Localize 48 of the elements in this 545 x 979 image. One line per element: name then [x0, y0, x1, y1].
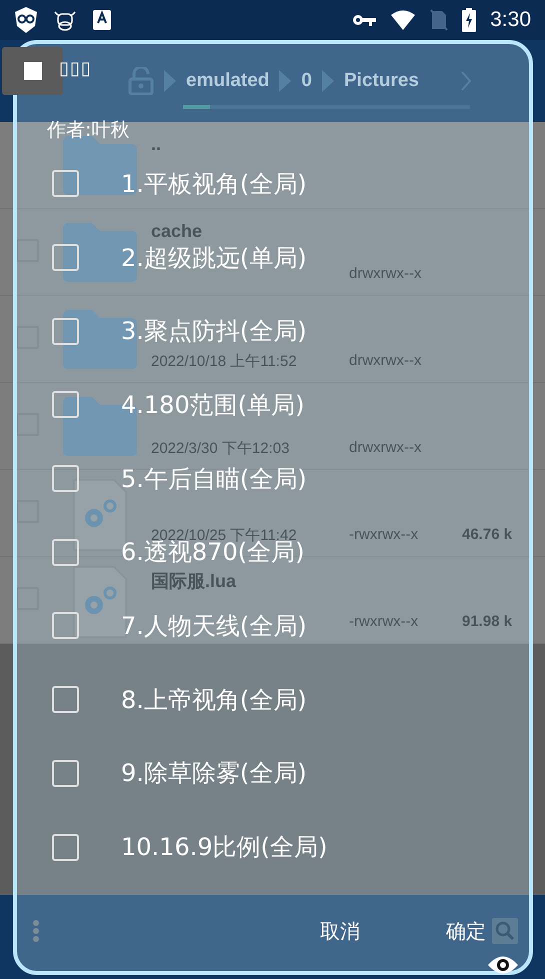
dialog-title: ▯▯▯ — [59, 58, 92, 79]
file-size: 46.76 k — [462, 526, 512, 543]
chevron-right-icon[interactable] — [460, 71, 471, 91]
file-permissions: drwxrwx--x — [349, 352, 422, 369]
lock-icon[interactable] — [128, 67, 154, 95]
file-permissions: drwxrwx--x — [349, 439, 422, 456]
author-label: 作者:叶秋 — [47, 118, 130, 143]
path-segment[interactable]: emulated — [186, 70, 270, 92]
dialog-button[interactable]: 确定 — [440, 914, 492, 948]
checkbox[interactable] — [16, 413, 39, 436]
more-icon[interactable] — [32, 919, 40, 943]
file-name[interactable]: cache — [151, 221, 202, 242]
shield-app-icon[interactable] — [14, 6, 38, 34]
checkbox[interactable] — [16, 239, 39, 262]
search-icon[interactable] — [492, 918, 518, 944]
option-label: 10.16.9比例(全局) — [121, 832, 328, 864]
eye-icon[interactable] — [487, 954, 519, 976]
option-label: 2.超级跳远(单局) — [121, 242, 307, 274]
file-name[interactable]: 国际服.lua — [151, 569, 236, 593]
checkbox[interactable] — [16, 326, 39, 349]
wifi-icon — [390, 10, 416, 30]
file-date: 2022/10/18 上午11:52 — [151, 352, 297, 371]
checkbox[interactable] — [16, 587, 39, 610]
breadcrumb-arrow-icon — [164, 70, 176, 92]
file-permissions: -rwxrwx--x — [349, 526, 418, 543]
option-label: 5.午后自瞄(全局) — [121, 464, 307, 495]
option-label: 4.180范围(单局) — [121, 390, 304, 421]
option-label: 9.除草除雾(全局) — [121, 758, 307, 790]
file-permissions: -rwxrwx--x — [349, 613, 418, 630]
option-label: 3.聚点防抖(全局) — [121, 316, 307, 348]
key-icon — [352, 13, 376, 27]
keyboard-app-icon[interactable] — [92, 9, 112, 31]
battery-charging-icon — [462, 8, 476, 32]
path-segment[interactable]: 0 — [301, 70, 312, 92]
checkbox[interactable] — [16, 500, 39, 523]
file-size: 91.98 k — [462, 613, 512, 630]
breadcrumb-arrow-icon — [279, 70, 292, 92]
file-date: 2022/3/30 下午12:03 — [151, 439, 290, 458]
breadcrumb-arrow-icon — [322, 70, 334, 92]
path-segment[interactable]: Pictures — [344, 70, 419, 92]
file-name[interactable]: .. — [151, 134, 162, 155]
option-label: 7.人物天线(全局) — [121, 610, 307, 642]
file-permissions: drwxrwx--x — [349, 265, 422, 282]
option-label: 8.上帝视角(全局) — [121, 684, 307, 716]
clock-time: 3:30 — [490, 8, 531, 32]
dialog-button[interactable]: 取消 — [314, 914, 366, 948]
option-label: 1.平板视角(全局) — [121, 168, 307, 200]
no-sim-icon — [430, 9, 448, 31]
